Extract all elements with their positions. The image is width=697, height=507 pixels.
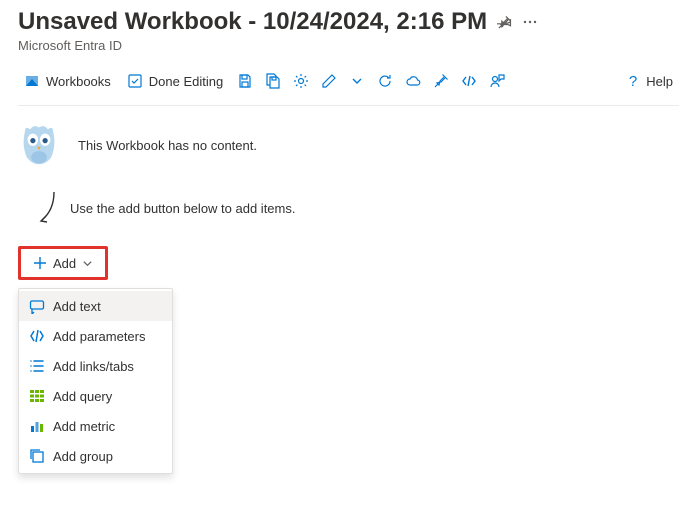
- save-as-icon: [265, 73, 281, 89]
- add-parameters-item[interactable]: Add parameters: [19, 321, 172, 351]
- save-button[interactable]: [233, 67, 257, 95]
- edit-button[interactable]: [317, 67, 341, 95]
- parameters-icon: [29, 328, 45, 344]
- workbooks-label: Workbooks: [46, 74, 111, 89]
- settings-button[interactable]: [289, 67, 313, 95]
- add-query-item[interactable]: Add query: [19, 381, 172, 411]
- done-editing-label: Done Editing: [149, 74, 223, 89]
- share-button[interactable]: [401, 67, 425, 95]
- feedback-button[interactable]: [485, 67, 509, 95]
- save-as-button[interactable]: [261, 67, 285, 95]
- cloud-icon: [405, 73, 421, 89]
- add-group-item[interactable]: Add group: [19, 441, 172, 471]
- owl-icon: [18, 124, 60, 166]
- pin-toolbar-icon: [433, 73, 449, 89]
- empty-message: This Workbook has no content.: [78, 138, 257, 153]
- grid-icon: [29, 388, 45, 404]
- product-name: Microsoft Entra ID: [18, 38, 679, 53]
- save-icon: [237, 73, 253, 89]
- workbook-icon: [24, 73, 40, 89]
- chart-icon: [29, 418, 45, 434]
- hint-text: Use the add button below to add items.: [70, 201, 295, 216]
- chevron-down-icon: [82, 258, 93, 269]
- add-dropdown: Add text Add parameters Add links/tabs A…: [18, 288, 173, 474]
- pin-icon[interactable]: [497, 15, 512, 30]
- add-group-label: Add group: [53, 449, 113, 464]
- add-links-label: Add links/tabs: [53, 359, 134, 374]
- code-button[interactable]: [457, 67, 481, 95]
- group-icon: [29, 448, 45, 464]
- chevron-down-icon: [351, 75, 363, 87]
- add-metric-item[interactable]: Add metric: [19, 411, 172, 441]
- text-icon: [29, 298, 45, 314]
- done-editing-icon: [127, 73, 143, 89]
- add-button[interactable]: Add: [18, 246, 108, 280]
- edit-dropdown[interactable]: [345, 67, 369, 95]
- add-text-item[interactable]: Add text: [19, 291, 172, 321]
- gear-icon: [293, 73, 309, 89]
- pin-button[interactable]: [429, 67, 453, 95]
- more-icon[interactable]: [522, 14, 538, 30]
- add-links-item[interactable]: Add links/tabs: [19, 351, 172, 381]
- add-label: Add: [53, 256, 76, 271]
- refresh-icon: [377, 73, 393, 89]
- workbooks-button[interactable]: Workbooks: [18, 67, 117, 95]
- pencil-icon: [321, 73, 337, 89]
- done-editing-button[interactable]: Done Editing: [121, 67, 229, 95]
- refresh-button[interactable]: [373, 67, 397, 95]
- help-label: Help: [646, 74, 673, 89]
- curved-arrow-icon: [36, 190, 58, 226]
- add-parameters-label: Add parameters: [53, 329, 146, 344]
- person-feedback-icon: [489, 73, 505, 89]
- code-icon: [461, 73, 477, 89]
- add-query-label: Add query: [53, 389, 112, 404]
- add-text-label: Add text: [53, 299, 101, 314]
- list-icon: [29, 358, 45, 374]
- toolbar: Workbooks Done Editing ? Help: [18, 67, 679, 106]
- plus-icon: [33, 256, 47, 270]
- page-title: Unsaved Workbook - 10/24/2024, 2:16 PM: [18, 8, 487, 36]
- help-icon: ?: [629, 73, 637, 90]
- add-metric-label: Add metric: [53, 419, 115, 434]
- help-button[interactable]: ? Help: [623, 67, 679, 95]
